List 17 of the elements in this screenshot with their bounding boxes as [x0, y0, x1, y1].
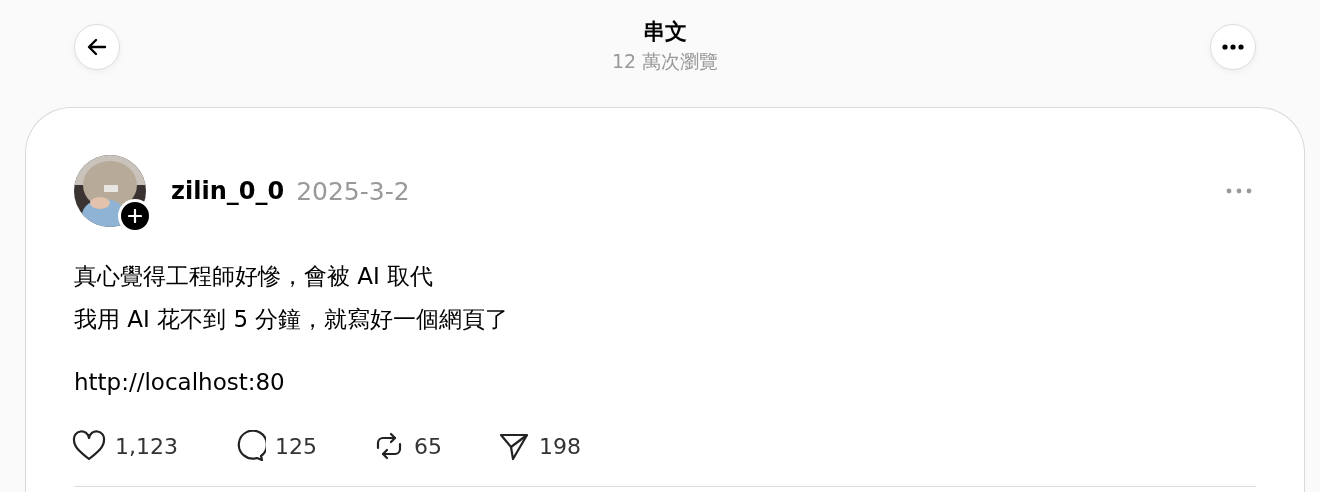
repost-button[interactable]: 65 — [373, 430, 442, 462]
heart-icon — [72, 430, 106, 462]
more-icon — [1226, 188, 1252, 194]
page-title: 串文 — [643, 19, 687, 45]
username-link[interactable]: zilin_0_0 — [171, 177, 285, 205]
post-text: 真心覺得工程師好慘，會被 AI 取代 — [74, 262, 435, 291]
like-button[interactable]: 1,123 — [72, 430, 178, 462]
share-button[interactable]: 198 — [498, 430, 581, 462]
plus-icon — [128, 209, 142, 223]
view-count: 12 萬次瀏覽 — [611, 49, 719, 74]
more-button[interactable] — [1210, 24, 1256, 70]
post-date: 2025-3-2 — [296, 176, 410, 206]
back-button[interactable] — [74, 24, 120, 70]
post-text: 我用 AI 花不到 5 分鐘，就寫好一個網頁了 — [74, 305, 510, 334]
post-link[interactable]: http://localhost:80 — [74, 369, 285, 395]
comment-button[interactable]: 125 — [234, 430, 317, 462]
more-icon — [1222, 44, 1244, 50]
